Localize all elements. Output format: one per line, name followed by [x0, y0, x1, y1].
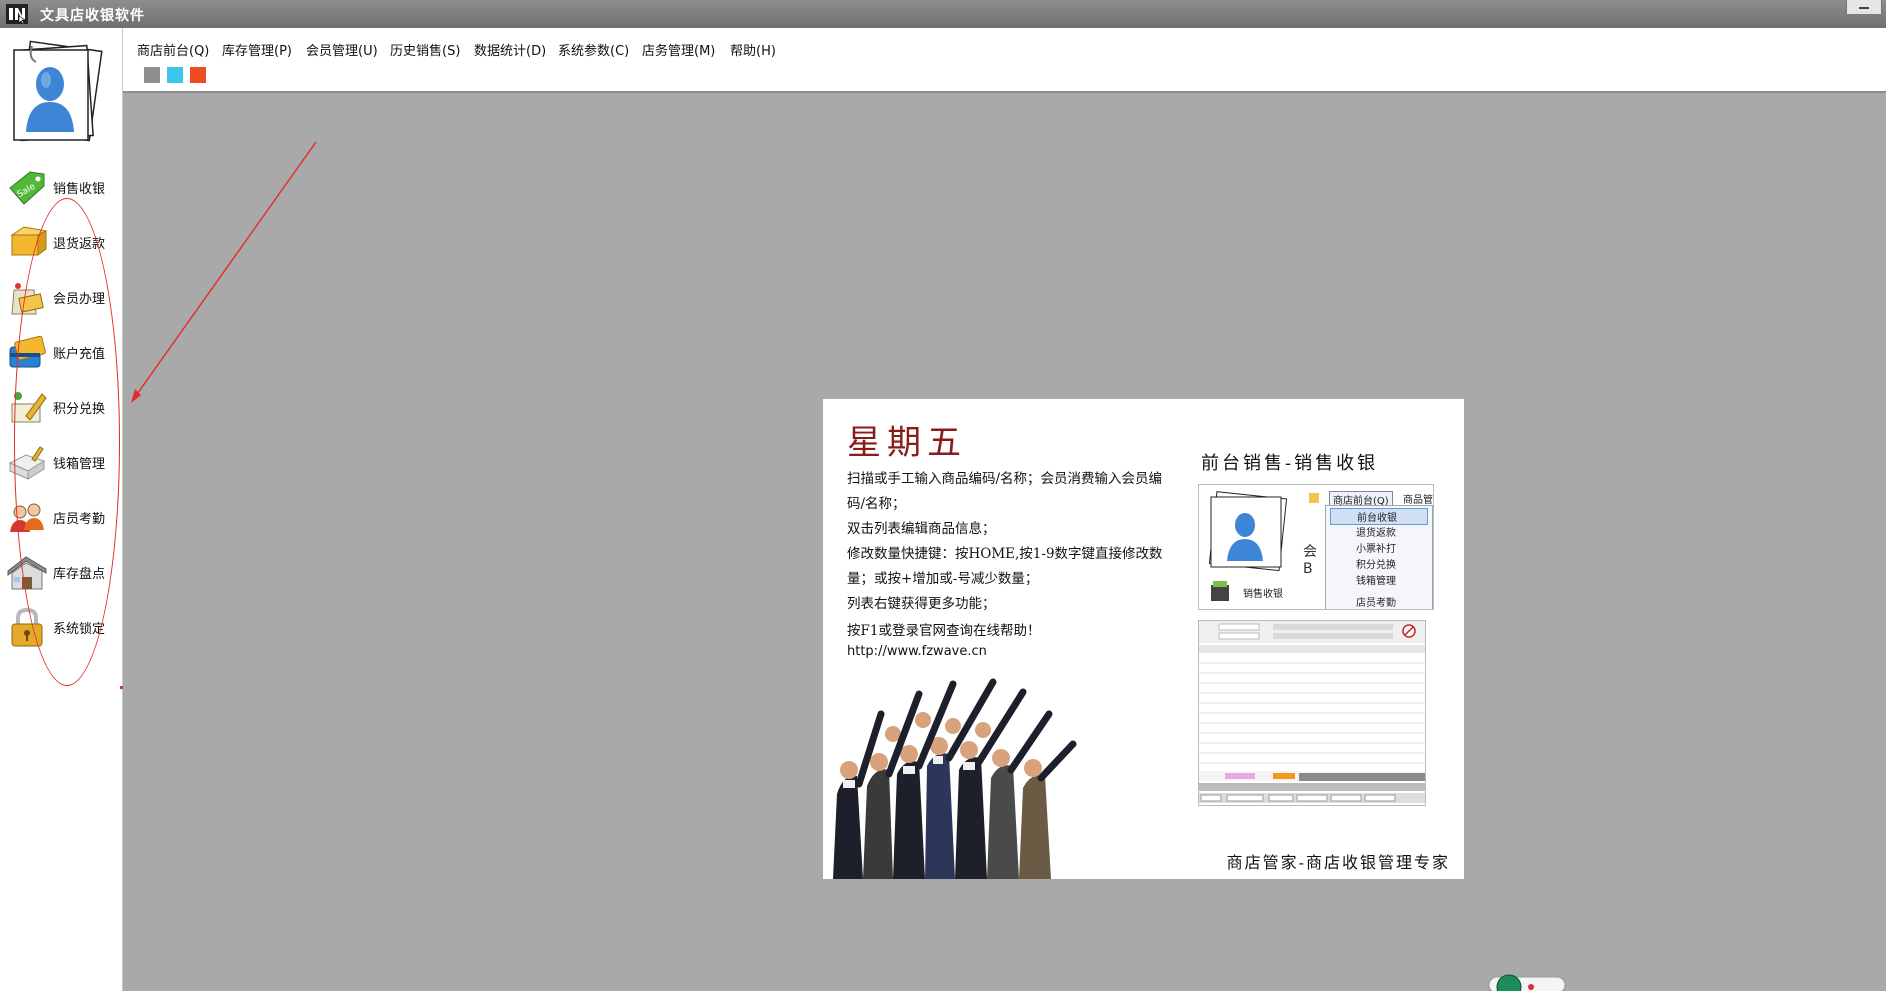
splash-footer-slogan: 商店管家-商店收银管理专家: [1226, 853, 1450, 872]
tip-line: 扫描或手工输入商品编码/名称；会员消费输入会员编码/名称；: [847, 471, 1163, 512]
member-card-icon: [11, 283, 44, 315]
menu-sales-history[interactable]: 历史销售(S): [390, 40, 460, 59]
preview-dropdown-item: 小票补打: [1356, 544, 1396, 555]
feature-title: 前台销售-销售收银: [1201, 453, 1379, 474]
sidebar-item-points-exchange[interactable]: 积分兑换: [0, 380, 122, 430]
preview-sales-grid: [1199, 621, 1425, 803]
return-goods-icon: [10, 226, 48, 256]
sidebar-item-staff-attendance[interactable]: 店员考勤: [0, 490, 122, 540]
preview-menu-screenshot: 销售收银 会 B 商店前台(Q) 商品管 前台收银 退货返款 小票补打 积分兑换…: [1198, 484, 1434, 610]
preview-menu-header-2: 商品管: [1403, 495, 1433, 506]
preview-fragment: 会: [1303, 544, 1317, 560]
sidebar-item-return-refund[interactable]: 退货返款: [0, 215, 122, 265]
sale-tag-icon: Sale: [9, 171, 45, 205]
points-exchange-icon: [11, 392, 47, 423]
preview-sales-form: [1198, 620, 1426, 806]
menu-system-params[interactable]: 系统参数(C): [558, 40, 629, 59]
preview-avatar-icon: [1208, 491, 1288, 571]
sidebar-item-cash-box[interactable]: 钱箱管理: [0, 435, 122, 485]
menu-help[interactable]: 帮助(H): [730, 40, 776, 59]
sidebar-item-label: 系统锁定: [53, 622, 106, 637]
floating-status-widget[interactable]: [1487, 973, 1567, 991]
preview-fragment: B: [1303, 561, 1313, 577]
theme-swatch-orange[interactable]: [190, 67, 206, 83]
splash-panel: 星期五 扫描或手工输入商品编码/名称；会员消费输入会员编码/名称； 双击列表编辑…: [823, 399, 1464, 879]
tip-line: 双击列表编辑商品信息；: [847, 521, 996, 537]
sidebar-item-label: 店员考勤: [53, 512, 106, 527]
website-link[interactable]: http://www.fzwave.cn: [847, 644, 987, 659]
sidebar-item-label: 钱箱管理: [53, 457, 106, 472]
menu-store-affairs[interactable]: 店务管理(M): [642, 40, 715, 59]
user-avatar-icon[interactable]: [10, 40, 104, 144]
menu-store-front[interactable]: 商店前台(Q): [137, 40, 209, 59]
cash-box-icon: [8, 446, 46, 480]
menu-bar: 商店前台(Q) 库存管理(P) 会员管理(U) 历史销售(S) 数据统计(D) …: [123, 28, 1886, 93]
theme-swatch-blue[interactable]: [167, 67, 183, 83]
menu-members[interactable]: 会员管理(U): [306, 40, 378, 59]
title-bar: 文具店收银软件: [0, 0, 1886, 28]
left-sidebar: Sale 销售收银 退货返款 会员办理 账户充值 积分兑换 钱箱管理 店员考勤 …: [0, 28, 123, 991]
sidebar-item-member-register[interactable]: 会员办理: [0, 270, 122, 320]
tip-line: 修改数量快捷键：按HOME,按1-9数字键直接修改数量；或按+增加或-号减少数量…: [847, 546, 1163, 587]
warehouse-icon: [7, 556, 47, 590]
preview-side-label: 销售收银: [1243, 589, 1283, 600]
sidebar-item-label: 账户充值: [53, 347, 106, 362]
preview-dropdown-item: 退货返款: [1356, 528, 1396, 539]
app-logo-icon: [6, 4, 28, 24]
sidebar-item-label: 销售收银: [53, 182, 106, 197]
tip-line: 按F1或登录官网查询在线帮助！: [847, 623, 1041, 639]
sidebar-item-inventory-count[interactable]: 库存盘点: [0, 545, 122, 595]
menu-inventory[interactable]: 库存管理(P): [222, 40, 292, 59]
preview-dropdown-item: 店员考勤: [1356, 598, 1396, 609]
sidebar-item-sales-checkout[interactable]: Sale 销售收银: [0, 160, 122, 210]
sidebar-item-account-recharge[interactable]: 账户充值: [0, 325, 122, 375]
window-title: 文具店收银软件: [40, 8, 145, 24]
pointing-crowd-illustration: [833, 678, 1077, 879]
main-workspace: 星期五 扫描或手工输入商品编码/名称；会员消费输入会员编码/名称； 双击列表编辑…: [123, 93, 1886, 991]
preview-dropdown-item: 积分兑换: [1356, 560, 1396, 571]
preview-dropdown-item: 前台收银: [1330, 508, 1428, 525]
theme-swatch-gray[interactable]: [144, 67, 160, 83]
sidebar-item-label: 会员办理: [53, 292, 106, 307]
weekday-label: 星期五: [847, 423, 967, 463]
staff-attendance-icon: [10, 503, 44, 532]
sidebar-item-label: 退货返款: [53, 237, 106, 252]
sidebar-item-system-lock[interactable]: 系统锁定: [0, 600, 122, 650]
menu-statistics[interactable]: 数据统计(D): [474, 40, 546, 59]
annotation-arrow: [131, 141, 317, 403]
preview-menu-icon: [1309, 493, 1319, 503]
sidebar-item-label: 库存盘点: [53, 567, 106, 582]
minimize-button[interactable]: [1846, 0, 1882, 15]
wallet-card-icon: [9, 335, 46, 368]
preview-dropdown-item: 钱箱管理: [1356, 576, 1396, 587]
padlock-icon: [11, 607, 43, 647]
preview-register-icon: [1211, 581, 1229, 601]
preview-dropdown: 前台收银 退货返款 小票补打 积分兑换 钱箱管理 店员考勤: [1325, 505, 1433, 609]
tip-line: 列表右键获得更多功能；: [847, 596, 996, 612]
sidebar-item-label: 积分兑换: [53, 402, 106, 417]
